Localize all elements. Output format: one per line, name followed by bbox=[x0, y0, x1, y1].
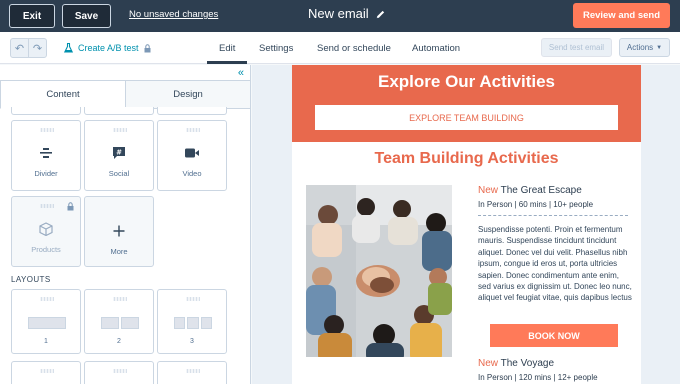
video-icon bbox=[184, 145, 200, 161]
module-label: Social bbox=[108, 169, 130, 178]
layouts-heading: LAYOUTS bbox=[11, 275, 51, 284]
module-tile-partial[interactable] bbox=[84, 107, 154, 115]
module-label: More bbox=[110, 247, 128, 256]
social-icon: # bbox=[112, 145, 126, 161]
pencil-icon[interactable] bbox=[375, 9, 386, 20]
layout-label: 3 bbox=[190, 338, 194, 345]
flask-icon bbox=[64, 43, 73, 53]
team-building-photo[interactable] bbox=[306, 185, 452, 357]
activity-description: Suspendisse potenti. Proin et fermentum … bbox=[478, 225, 632, 303]
exit-button[interactable]: Exit bbox=[9, 4, 55, 28]
lock-icon bbox=[67, 202, 74, 213]
sub-navigation: ↶ ↷ Create A/B test Edit Settings Send o… bbox=[0, 32, 680, 64]
activity-name: The Voyage bbox=[500, 358, 554, 369]
sidebar: « Content Design Divider # Social Video … bbox=[0, 65, 251, 384]
undo-redo-group: ↶ ↷ bbox=[10, 38, 47, 58]
svg-text:#: # bbox=[116, 148, 122, 156]
new-badge: New bbox=[478, 185, 499, 196]
drag-handle-icon bbox=[113, 128, 127, 132]
module-products[interactable]: Products bbox=[11, 196, 81, 267]
email-preview-canvas: Explore Our Activities EXPLORE TEAM BUIL… bbox=[252, 65, 680, 384]
actions-label: Actions bbox=[626, 43, 654, 52]
drag-handle-icon bbox=[40, 369, 54, 373]
activity-2: New The Voyage In Person | 120 mins | 12… bbox=[478, 358, 630, 382]
module-tile-partial[interactable] bbox=[157, 107, 227, 115]
lock-icon bbox=[144, 43, 151, 52]
module-social[interactable]: # Social bbox=[84, 120, 154, 191]
drag-handle-icon bbox=[40, 128, 54, 132]
undo-icon[interactable]: ↶ bbox=[11, 39, 29, 57]
explore-team-building-button[interactable]: EXPLORE TEAM BUILDING bbox=[315, 105, 618, 130]
drag-handle-icon bbox=[113, 369, 127, 373]
layout-tile-partial[interactable] bbox=[157, 361, 227, 384]
active-tab-indicator bbox=[207, 61, 247, 64]
module-divider[interactable]: Divider bbox=[11, 120, 81, 191]
email-body: Explore Our Activities EXPLORE TEAM BUIL… bbox=[292, 65, 641, 384]
module-video[interactable]: Video bbox=[157, 120, 227, 191]
layout-tile-partial[interactable] bbox=[11, 361, 81, 384]
layout-tile-partial[interactable] bbox=[84, 361, 154, 384]
module-label: Products bbox=[31, 245, 61, 254]
book-now-button[interactable]: BOOK NOW bbox=[490, 324, 618, 347]
hero-section[interactable]: Explore Our Activities EXPLORE TEAM BUIL… bbox=[292, 65, 641, 142]
layout-3-column[interactable]: 3 bbox=[157, 289, 227, 354]
layout-columns-icon bbox=[101, 317, 139, 329]
drag-handle-icon bbox=[40, 204, 54, 208]
layout-label: 2 bbox=[117, 338, 121, 345]
tab-content[interactable]: Content bbox=[0, 80, 126, 109]
tab-send-or-schedule[interactable]: Send or schedule bbox=[317, 43, 391, 54]
redo-icon[interactable]: ↷ bbox=[29, 39, 46, 57]
drag-handle-icon bbox=[186, 369, 200, 373]
email-editor: Exit Save No unsaved changes New email R… bbox=[0, 0, 680, 384]
products-icon bbox=[39, 221, 53, 237]
divider-icon bbox=[39, 145, 53, 161]
tab-edit[interactable]: Edit bbox=[219, 43, 235, 54]
top-bar: Exit Save No unsaved changes New email R… bbox=[0, 0, 680, 32]
module-label: Divider bbox=[34, 169, 58, 178]
drag-handle-icon bbox=[40, 297, 54, 301]
new-badge: New bbox=[478, 358, 499, 369]
review-and-send-button[interactable]: Review and send bbox=[573, 3, 670, 28]
module-more[interactable]: More bbox=[84, 196, 154, 267]
caret-down-icon: ▼ bbox=[656, 44, 663, 51]
activity-1: New The Great Escape In Person | 60 mins… bbox=[478, 185, 632, 304]
tab-automation[interactable]: Automation bbox=[412, 43, 460, 54]
layout-label: 1 bbox=[44, 338, 48, 345]
email-name[interactable]: New email bbox=[308, 6, 369, 21]
save-button[interactable]: Save bbox=[62, 4, 111, 28]
sidebar-tabs: Content Design bbox=[0, 80, 250, 109]
activity-title[interactable]: New The Voyage bbox=[478, 358, 630, 369]
layout-1-column[interactable]: 1 bbox=[11, 289, 81, 354]
collapse-sidebar-icon[interactable]: « bbox=[238, 67, 244, 79]
ab-test-label: Create A/B test bbox=[78, 43, 139, 53]
drag-handle-icon bbox=[186, 128, 200, 132]
plus-icon bbox=[113, 223, 125, 239]
unsaved-changes-link[interactable]: No unsaved changes bbox=[129, 9, 218, 20]
tab-design[interactable]: Design bbox=[126, 80, 250, 108]
activity-title[interactable]: New The Great Escape bbox=[478, 185, 630, 196]
activity-meta: In Person | 120 mins | 12+ people bbox=[478, 373, 598, 382]
drag-handle-icon bbox=[186, 297, 200, 301]
activity-name: The Great Escape bbox=[500, 185, 582, 196]
tab-settings[interactable]: Settings bbox=[259, 43, 293, 54]
divider-line bbox=[478, 215, 628, 216]
module-label: Video bbox=[182, 169, 202, 178]
layout-columns-icon bbox=[174, 317, 212, 329]
drag-handle-icon bbox=[113, 297, 127, 301]
actions-dropdown[interactable]: Actions ▼ bbox=[619, 38, 670, 57]
layout-columns-icon bbox=[28, 317, 66, 329]
layout-2-column[interactable]: 2 bbox=[84, 289, 154, 354]
hero-title: Explore Our Activities bbox=[378, 72, 555, 91]
ab-test-link[interactable]: Create A/B test bbox=[64, 43, 151, 53]
module-tile-partial[interactable] bbox=[11, 107, 81, 115]
activity-meta: In Person | 60 mins | 10+ people bbox=[478, 200, 594, 209]
section-title: Team Building Activities bbox=[374, 150, 559, 167]
send-test-email-button[interactable]: Send test email bbox=[541, 38, 612, 57]
